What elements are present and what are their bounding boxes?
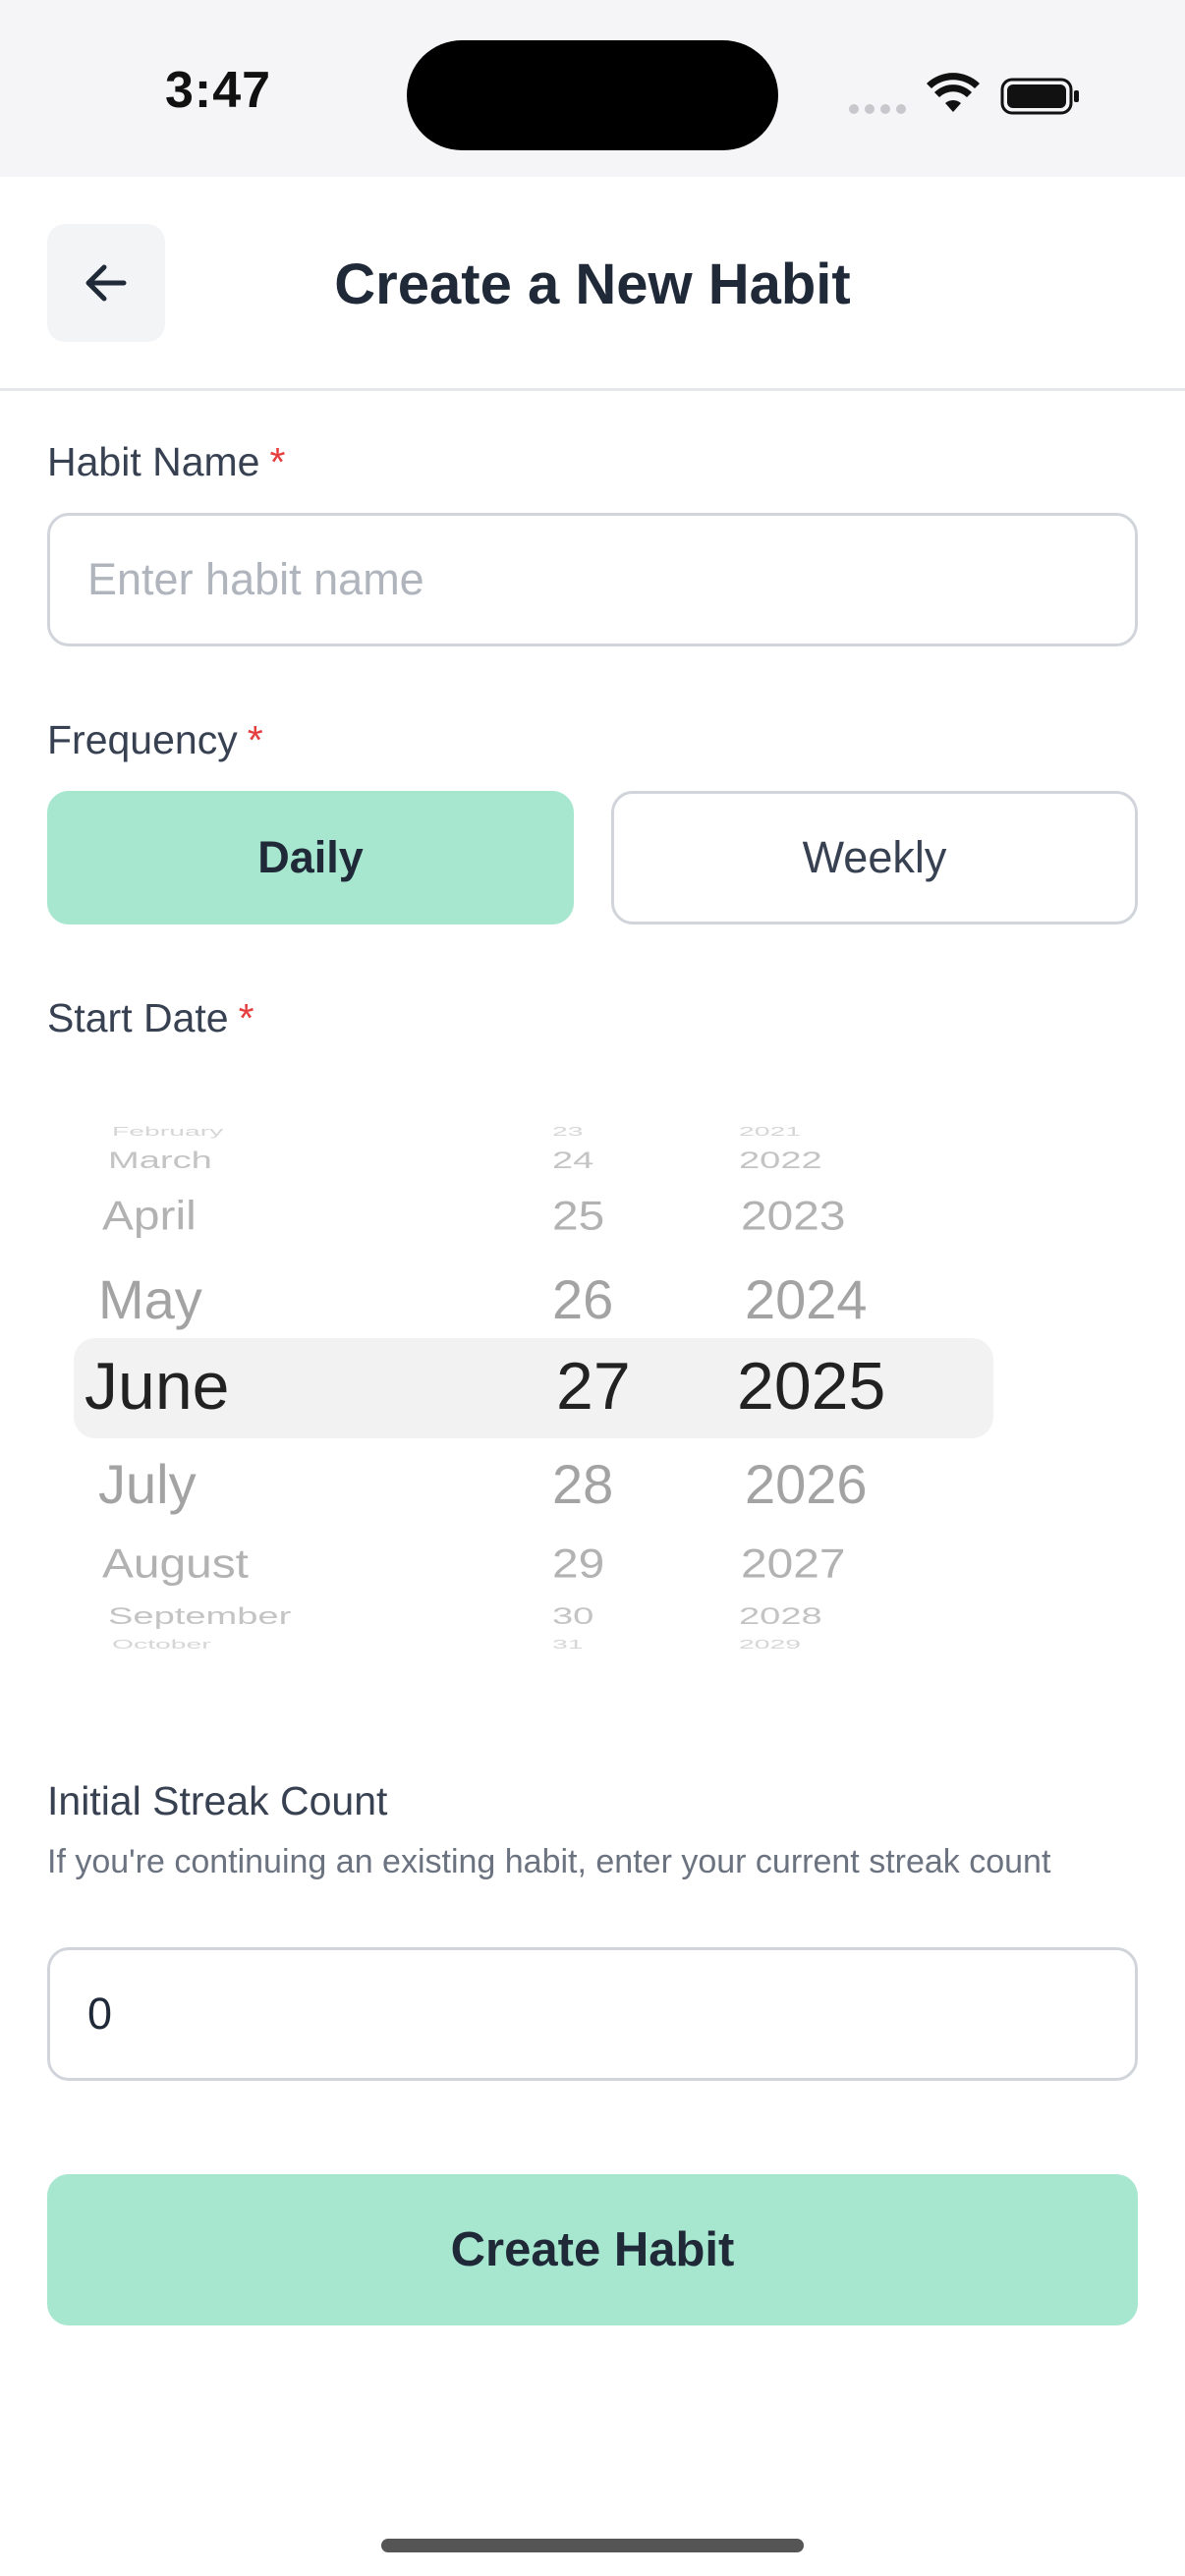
picker-day-item[interactable]: 27 bbox=[556, 1348, 631, 1425]
picker-month-item[interactable]: May bbox=[98, 1267, 202, 1331]
frequency-daily-button[interactable]: Daily bbox=[47, 791, 574, 924]
required-mark: * bbox=[269, 439, 286, 484]
picker-year-item[interactable]: 2029 bbox=[739, 1637, 801, 1651]
picker-year-item[interactable]: 2022 bbox=[739, 1147, 822, 1174]
create-habit-button[interactable]: Create Habit bbox=[47, 2174, 1138, 2325]
picker-month-item[interactable]: March bbox=[108, 1147, 212, 1174]
picker-month-item[interactable]: February bbox=[112, 1124, 223, 1139]
picker-month-item[interactable]: July bbox=[98, 1452, 197, 1516]
picker-day-item[interactable]: 24 bbox=[552, 1147, 593, 1174]
picker-day-item[interactable]: 31 bbox=[552, 1637, 584, 1651]
home-indicator bbox=[381, 2539, 804, 2552]
arrow-left-icon bbox=[85, 264, 127, 302]
frequency-label-text: Frequency bbox=[47, 717, 238, 762]
dynamic-island bbox=[407, 40, 778, 150]
picker-year-item[interactable]: 2027 bbox=[741, 1540, 845, 1588]
picker-month-item[interactable]: June bbox=[85, 1348, 229, 1425]
picker-day-item[interactable]: 26 bbox=[552, 1267, 613, 1331]
status-time: 3:47 bbox=[165, 62, 272, 119]
streak-count-input[interactable] bbox=[47, 1947, 1138, 2081]
battery-icon bbox=[1000, 78, 1079, 115]
picker-year-item[interactable]: 2023 bbox=[741, 1192, 845, 1240]
required-mark: * bbox=[238, 995, 254, 1040]
wifi-icon bbox=[927, 73, 980, 112]
picker-day-item[interactable]: 23 bbox=[552, 1124, 584, 1139]
date-picker[interactable]: February March April May June July August Septe… bbox=[47, 1120, 1138, 1651]
picker-month-item[interactable]: September bbox=[108, 1602, 291, 1630]
header: Create a New Habit bbox=[0, 177, 1185, 391]
picker-day-item[interactable]: 30 bbox=[552, 1602, 593, 1630]
habit-name-input[interactable] bbox=[47, 513, 1138, 646]
signal-dots-icon bbox=[849, 104, 906, 114]
back-button[interactable] bbox=[47, 224, 165, 342]
picker-year-item[interactable]: 2024 bbox=[745, 1267, 868, 1331]
picker-year-item[interactable]: 2026 bbox=[745, 1452, 868, 1516]
picker-year-item[interactable]: 2025 bbox=[737, 1348, 885, 1425]
page-title: Create a New Habit bbox=[334, 252, 851, 316]
streak-hint: If you're continuing an existing habit, … bbox=[47, 1843, 1051, 1880]
streak-label: Initial Streak Count bbox=[47, 1778, 388, 1823]
picker-day-item[interactable]: 25 bbox=[552, 1192, 604, 1240]
picker-month-item[interactable]: October bbox=[112, 1637, 211, 1651]
picker-month-item[interactable]: April bbox=[102, 1192, 197, 1240]
start-date-label-text: Start Date bbox=[47, 995, 229, 1040]
required-mark: * bbox=[247, 717, 263, 762]
picker-year-item[interactable]: 2021 bbox=[739, 1124, 801, 1139]
status-bar: 3:47 bbox=[0, 0, 1185, 177]
picker-day-item[interactable]: 29 bbox=[552, 1540, 604, 1588]
picker-month-item[interactable]: August bbox=[102, 1540, 249, 1588]
picker-year-item[interactable]: 2028 bbox=[739, 1602, 822, 1630]
frequency-label: Frequency * bbox=[47, 717, 263, 763]
start-date-label: Start Date * bbox=[47, 995, 254, 1041]
frequency-weekly-button[interactable]: Weekly bbox=[611, 791, 1138, 924]
habit-name-label: Habit Name * bbox=[47, 439, 285, 485]
habit-name-label-text: Habit Name bbox=[47, 439, 260, 484]
picker-day-item[interactable]: 28 bbox=[552, 1452, 613, 1516]
